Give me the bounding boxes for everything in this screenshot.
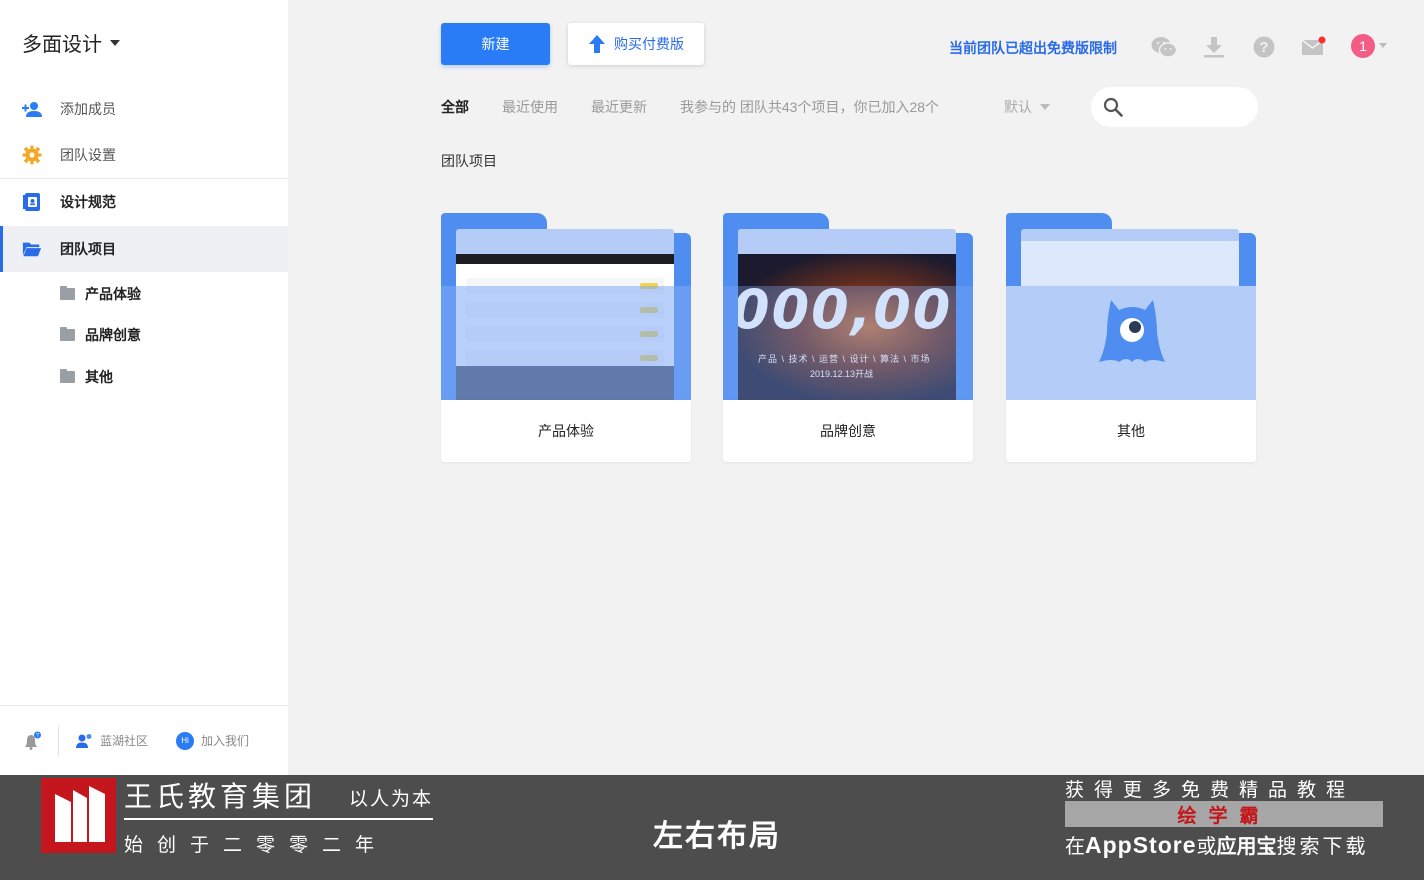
svg-text:?: ? [1259,39,1268,56]
download-icon[interactable] [1201,34,1227,60]
filter-recent-used[interactable]: 最近使用 [502,97,558,117]
wechat-icon[interactable] [1151,34,1177,60]
add-user-icon [22,99,42,119]
menu-team-projects[interactable]: 团队项目 [0,226,288,272]
sidebar-folder-brand[interactable]: 品牌创意 [60,325,141,345]
banner-title: 左右布局 [653,820,781,853]
team-switcher[interactable]: 多面设计 [22,28,120,57]
team-name: 多面设计 [22,34,102,56]
help-icon[interactable]: ? [1251,34,1277,60]
brand-motto: 以人为本 [349,789,434,810]
buy-label: 购买付费版 [614,36,684,52]
caret-down-icon [110,39,120,46]
design-spec-icon [22,192,42,212]
brand-logo [41,778,116,853]
folder-card-other[interactable]: 其他 [1006,212,1256,462]
folder-front [723,286,973,400]
sidebar-folder-other[interactable]: 其他 [60,367,113,387]
sort-label: 默认 [1004,99,1032,115]
folder-open-icon [22,239,42,259]
folder-label: 品牌创意 [723,400,973,462]
lanhu-mascot-icon [1099,292,1165,369]
search-box[interactable] [1091,87,1258,127]
menu-design-spec[interactable]: 设计规范 [0,179,288,225]
promo-app-name: 绘学霸 [1065,801,1383,827]
promo-headline: 获得更多免费精品教程 [1065,780,1356,801]
sub-folder-label: 其他 [85,369,113,385]
folder-icon [60,369,75,383]
new-button[interactable]: 新建 [441,23,550,65]
svg-text:?: ? [36,733,39,739]
folder-icon [60,327,75,341]
search-icon [1103,97,1123,117]
free-limit-notice[interactable]: 当前团队已超出免费版限制 [949,38,1117,58]
menu-label: 设计规范 [60,194,116,210]
community-icon [76,733,92,748]
sub-folder-label: 产品体验 [85,286,141,302]
menu-label: 团队设置 [60,147,116,163]
folder-label: 其他 [1006,400,1256,462]
gear-icon [22,145,42,165]
mail-icon[interactable] [1301,34,1327,60]
folder-front [441,286,691,400]
avatar[interactable]: 1 [1351,34,1375,58]
folder-icon [60,286,75,300]
sidebar-footer: ? 蓝湖社区 Hi 加入我们 [0,705,288,775]
sidebar: 多面设计 添加成员 团队设置 设计规范 团队项目 产品体验 品牌创意 其他 ? … [0,0,288,775]
sidebar-folder-product[interactable]: 产品体验 [60,284,141,304]
menu-label: 团队项目 [60,241,116,257]
brand-divider [124,818,433,820]
filter-all[interactable]: 全部 [441,97,469,117]
avatar-caret-icon[interactable] [1379,43,1387,48]
brand-name: 王氏教育集团 [124,781,317,812]
section-title: 团队项目 [441,153,497,169]
arrow-up-icon [589,35,605,53]
search-input[interactable] [1131,99,1251,115]
promo-banner: 王氏教育集团 以人为本 始创于二零零二年 左右布局 获得更多免费精品教程 绘学霸… [0,775,1424,880]
menu-team-settings[interactable]: 团队设置 [0,132,288,178]
promo-download-hint: 在AppStore或应用宝搜索下载 [1065,832,1369,858]
sort-dropdown[interactable]: 默认 [1004,97,1050,117]
project-summary: 我参与的 团队共43个项目，你已加入28个 [680,99,940,115]
footer-divider [58,725,59,756]
folder-card-brand[interactable]: 000,00 产品 \ 技术 \ 运营 \ 设计 \ 算法 \ 市场 2019.… [723,212,973,462]
brand-founded: 始创于二零零二年 [124,835,389,856]
join-us-link[interactable]: Hi 加入我们 [176,731,250,750]
notification-bell-icon[interactable]: ? [22,731,42,751]
filter-recent-updated[interactable]: 最近更新 [591,97,647,117]
community-link[interactable]: 蓝湖社区 [75,732,148,749]
community-label: 蓝湖社区 [100,734,149,748]
sub-folder-label: 品牌创意 [85,327,141,343]
folder-card-product[interactable]: 产品体验 [441,212,691,462]
hi-chat-icon: Hi [176,731,195,750]
join-us-label: 加入我们 [201,734,250,748]
menu-label: 添加成员 [60,101,116,117]
caret-down-icon [1040,104,1050,110]
folder-label: 产品体验 [441,400,691,462]
menu-add-member[interactable]: 添加成员 [0,86,288,132]
buy-paid-button[interactable]: 购买付费版 [568,23,704,65]
